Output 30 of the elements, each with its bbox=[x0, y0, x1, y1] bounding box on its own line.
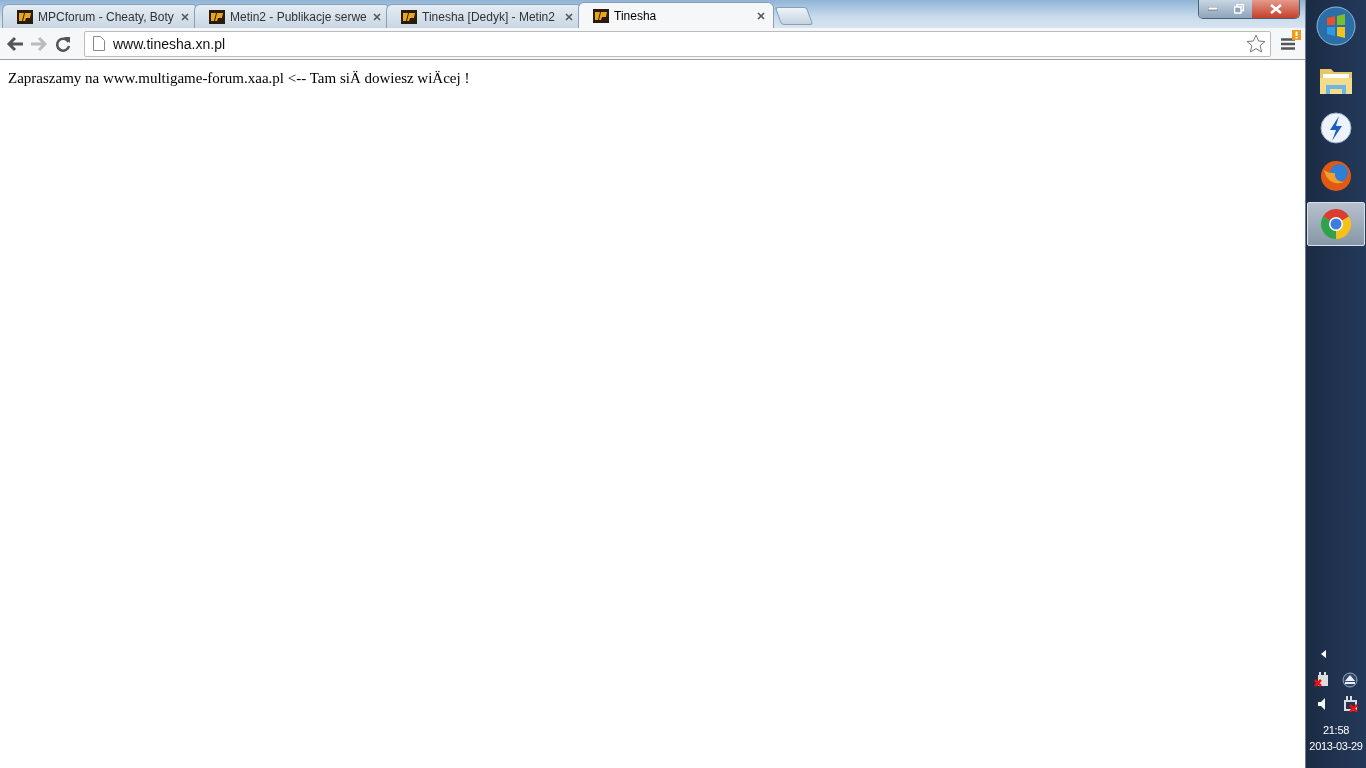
date-text: 2013-03-29 bbox=[1309, 739, 1363, 754]
time-text: 21:58 bbox=[1322, 723, 1350, 738]
show-hidden-icons-arrow[interactable] bbox=[1321, 650, 1327, 658]
close-tab-icon[interactable] bbox=[373, 12, 381, 21]
star-icon[interactable] bbox=[1246, 34, 1266, 53]
page-text: Zapraszamy na www.multigame-forum.xaa.pl <-- Tam siÄ dowiesz wiÄcej ! bbox=[8, 70, 470, 86]
reload-icon[interactable] bbox=[54, 34, 72, 53]
address-field[interactable]: www.tinesha.xn.pl bbox=[84, 30, 1271, 57]
power-plug-icon[interactable] bbox=[1314, 672, 1330, 688]
restore-button[interactable] bbox=[1226, 0, 1252, 18]
start-button[interactable] bbox=[1316, 6, 1356, 46]
favicon-icon bbox=[401, 8, 417, 25]
close-tab-icon[interactable] bbox=[757, 11, 765, 20]
clock[interactable]: 21:58 2013-03-29 bbox=[1309, 722, 1363, 754]
page-icon bbox=[93, 36, 105, 51]
close-tab-icon[interactable] bbox=[181, 12, 189, 21]
lightning-icon[interactable] bbox=[1320, 112, 1352, 144]
browser-tab[interactable]: Tinesha bbox=[578, 2, 774, 28]
back-icon[interactable] bbox=[6, 35, 24, 52]
network-icon[interactable] bbox=[1342, 696, 1358, 712]
favicon-icon bbox=[209, 8, 225, 25]
favicon-icon bbox=[593, 7, 609, 24]
fox-globe-icon[interactable] bbox=[1320, 160, 1352, 192]
chrome-logo-icon[interactable] bbox=[1320, 208, 1352, 240]
favicon-icon bbox=[17, 8, 33, 25]
close-tab-icon[interactable] bbox=[565, 12, 573, 21]
close-icon bbox=[1269, 4, 1282, 14]
restore-icon bbox=[1234, 4, 1244, 14]
minimize-icon bbox=[1207, 7, 1218, 11]
close-window-button[interactable] bbox=[1252, 0, 1299, 18]
